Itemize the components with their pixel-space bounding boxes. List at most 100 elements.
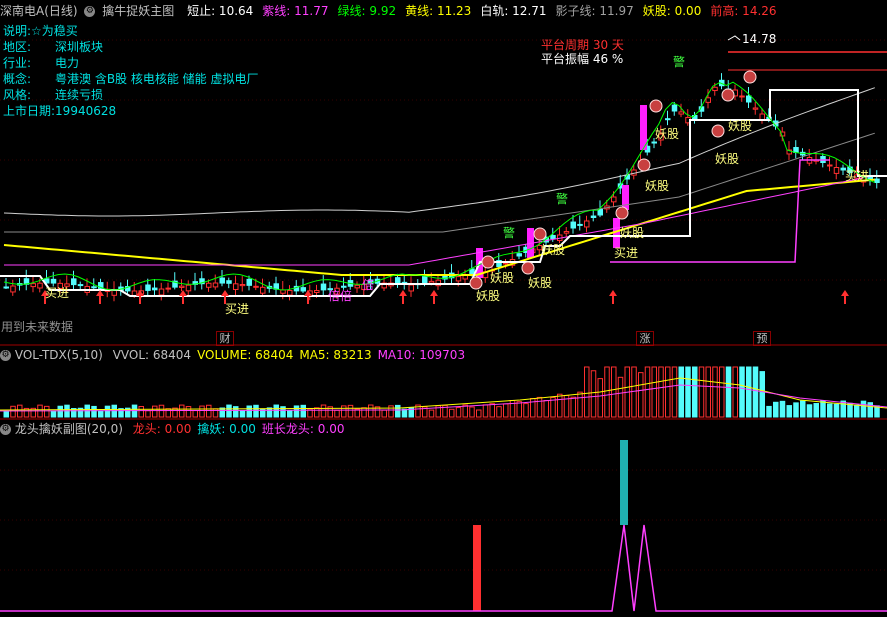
volume-bar [577, 391, 583, 418]
volume-bar [482, 404, 489, 418]
candle-body [10, 285, 16, 293]
volume-bar [57, 405, 63, 418]
yao-orb [743, 70, 757, 84]
volume-bar [206, 404, 212, 418]
candle-body [77, 284, 84, 287]
volume-bar [98, 410, 104, 418]
yao-orb [481, 255, 495, 269]
yao-orb [521, 261, 535, 275]
kline-chart-canvas[interactable]: 妖股妖股 妖股妖股妖股妖股妖股妖股妖股买进买进买进买进警警警倍倍倍 [0, 0, 887, 617]
candle-body [833, 167, 840, 174]
volume-bar [705, 366, 711, 418]
volume-bar [199, 405, 205, 418]
candle-body [300, 287, 306, 292]
candle-body [739, 95, 745, 98]
candle-body [260, 286, 266, 294]
volume-bar [773, 401, 779, 418]
warn-label: 警 [556, 191, 568, 206]
candle-body [752, 107, 759, 110]
volume-bar [253, 404, 259, 418]
multiple-label: 倍 [362, 277, 374, 292]
buy-arrow-head [399, 290, 407, 296]
yao-label: 妖股 [541, 243, 565, 257]
candle-body [354, 284, 360, 289]
candle-body [705, 97, 711, 103]
volume-bar [712, 366, 718, 418]
volume-bar [813, 403, 819, 418]
candle-body [428, 280, 435, 284]
buy-arrow-head [841, 290, 849, 296]
warn-label: 警 [673, 54, 685, 69]
candle-body [206, 282, 212, 288]
volume-bar [685, 366, 691, 418]
volume-bar [226, 404, 232, 418]
candle-body [827, 164, 833, 167]
candle-body [314, 290, 320, 294]
candle-body [239, 284, 246, 287]
buy-arrow-head [609, 290, 617, 296]
volume-bar [786, 405, 792, 418]
yao-label: 妖股 [645, 179, 669, 193]
volume-bar [158, 404, 165, 418]
candle-body [212, 282, 219, 288]
candle-body [563, 231, 570, 234]
candle-body [246, 278, 252, 286]
shadow-line [4, 132, 875, 233]
squad-leader-line [0, 524, 887, 612]
volume-bar [570, 396, 576, 418]
buy-label: 买进 [225, 302, 249, 316]
volume-bar [50, 410, 57, 418]
volume-bar [300, 404, 306, 418]
candle-body [91, 286, 97, 289]
ma-green-line [3, 81, 875, 291]
candle-body [165, 287, 171, 290]
volume-bar [320, 404, 327, 418]
candle-body [179, 285, 185, 288]
candle-body [71, 278, 77, 286]
candle-body [30, 283, 36, 288]
catch-yao-bar [620, 440, 628, 525]
volume-bar [428, 409, 435, 418]
yao-orb [615, 206, 629, 220]
candle-body [395, 277, 401, 284]
volume-bar [854, 404, 860, 418]
candle-body [712, 86, 718, 92]
warn-label: 警 [503, 225, 515, 240]
volume-bar [361, 407, 367, 418]
volume-bar [725, 366, 732, 418]
volume-bar [401, 408, 408, 418]
candle-body [320, 283, 327, 291]
volume-bar [489, 403, 495, 418]
yao-label: 妖股 [655, 127, 679, 141]
volume-bar [287, 409, 293, 418]
buy-arrow-head [221, 290, 229, 296]
volume-bar [503, 403, 509, 418]
candle-body [469, 268, 475, 275]
volume-bar [644, 366, 651, 418]
yao-orb [711, 124, 725, 138]
yao-label: 妖股 [476, 289, 500, 303]
volume-bar [665, 366, 671, 418]
volume-bar [469, 406, 475, 418]
candle-body [226, 280, 232, 284]
volume-bar [692, 366, 698, 418]
volume-bar [833, 403, 840, 418]
volume-bar [192, 410, 198, 418]
volume-bar [341, 405, 347, 418]
volume-bar [536, 396, 543, 418]
volume-bar [152, 405, 158, 418]
candle-body [665, 118, 671, 121]
volume-bar [827, 403, 833, 418]
candle-body [455, 276, 462, 282]
volume-bar [617, 376, 624, 418]
candle-body [3, 286, 9, 289]
volume-bar [145, 410, 151, 418]
volume-bar [395, 404, 401, 418]
volume-bar [104, 405, 111, 418]
candle-body [131, 290, 138, 297]
candle-body [50, 278, 57, 284]
dragon-head-bar [473, 525, 481, 611]
volume-bar [597, 378, 603, 418]
volume-bar [793, 402, 799, 418]
volume-bar [233, 406, 239, 418]
